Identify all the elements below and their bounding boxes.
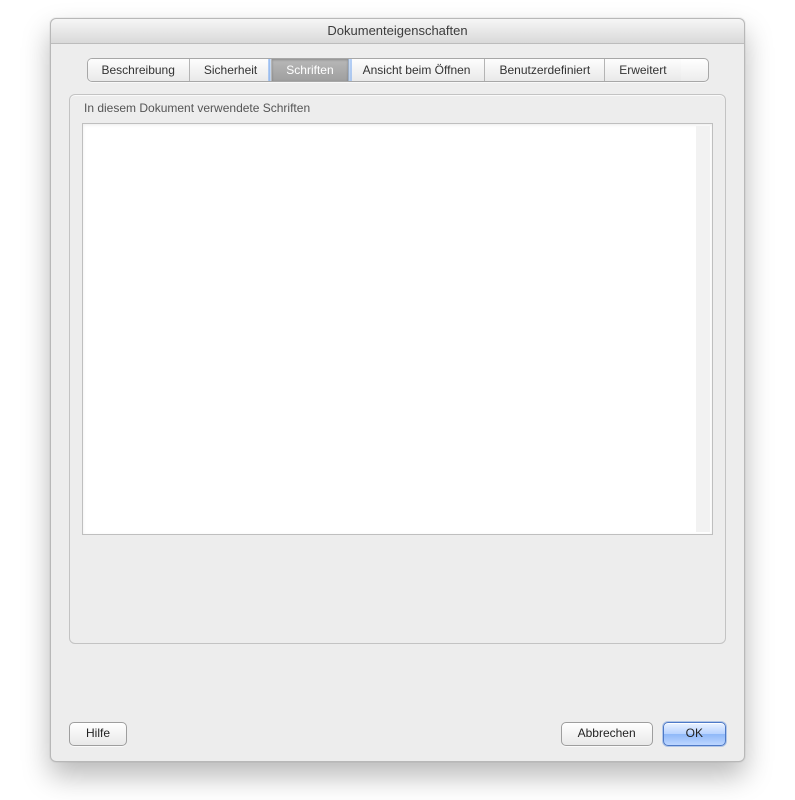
dialog-button-row: Hilfe Abbrechen OK [69, 722, 726, 746]
tab-fonts[interactable]: Schriften [271, 59, 347, 81]
tab-description[interactable]: Beschreibung [88, 59, 189, 81]
fonts-groupbox-title: In diesem Dokument verwendete Schriften [84, 101, 310, 115]
fonts-list[interactable] [82, 123, 713, 535]
scrollbar[interactable] [696, 126, 710, 532]
tab-security[interactable]: Sicherheit [189, 59, 271, 81]
tab-bar: Beschreibung Sicherheit Schriften Ansich… [87, 58, 709, 82]
tab-initial-view[interactable]: Ansicht beim Öffnen [348, 59, 485, 81]
document-properties-window: Dokumenteigenschaften Beschreibung Siche… [50, 18, 745, 762]
fonts-groupbox: In diesem Dokument verwendete Schriften [69, 94, 726, 644]
ok-button[interactable]: OK [663, 722, 726, 746]
cancel-button[interactable]: Abbrechen [561, 722, 653, 746]
window-title: Dokumenteigenschaften [51, 19, 744, 44]
tab-custom[interactable]: Benutzerdefiniert [484, 59, 604, 81]
help-button[interactable]: Hilfe [69, 722, 127, 746]
tab-advanced[interactable]: Erweitert [604, 59, 680, 81]
window-body: Beschreibung Sicherheit Schriften Ansich… [51, 44, 744, 762]
